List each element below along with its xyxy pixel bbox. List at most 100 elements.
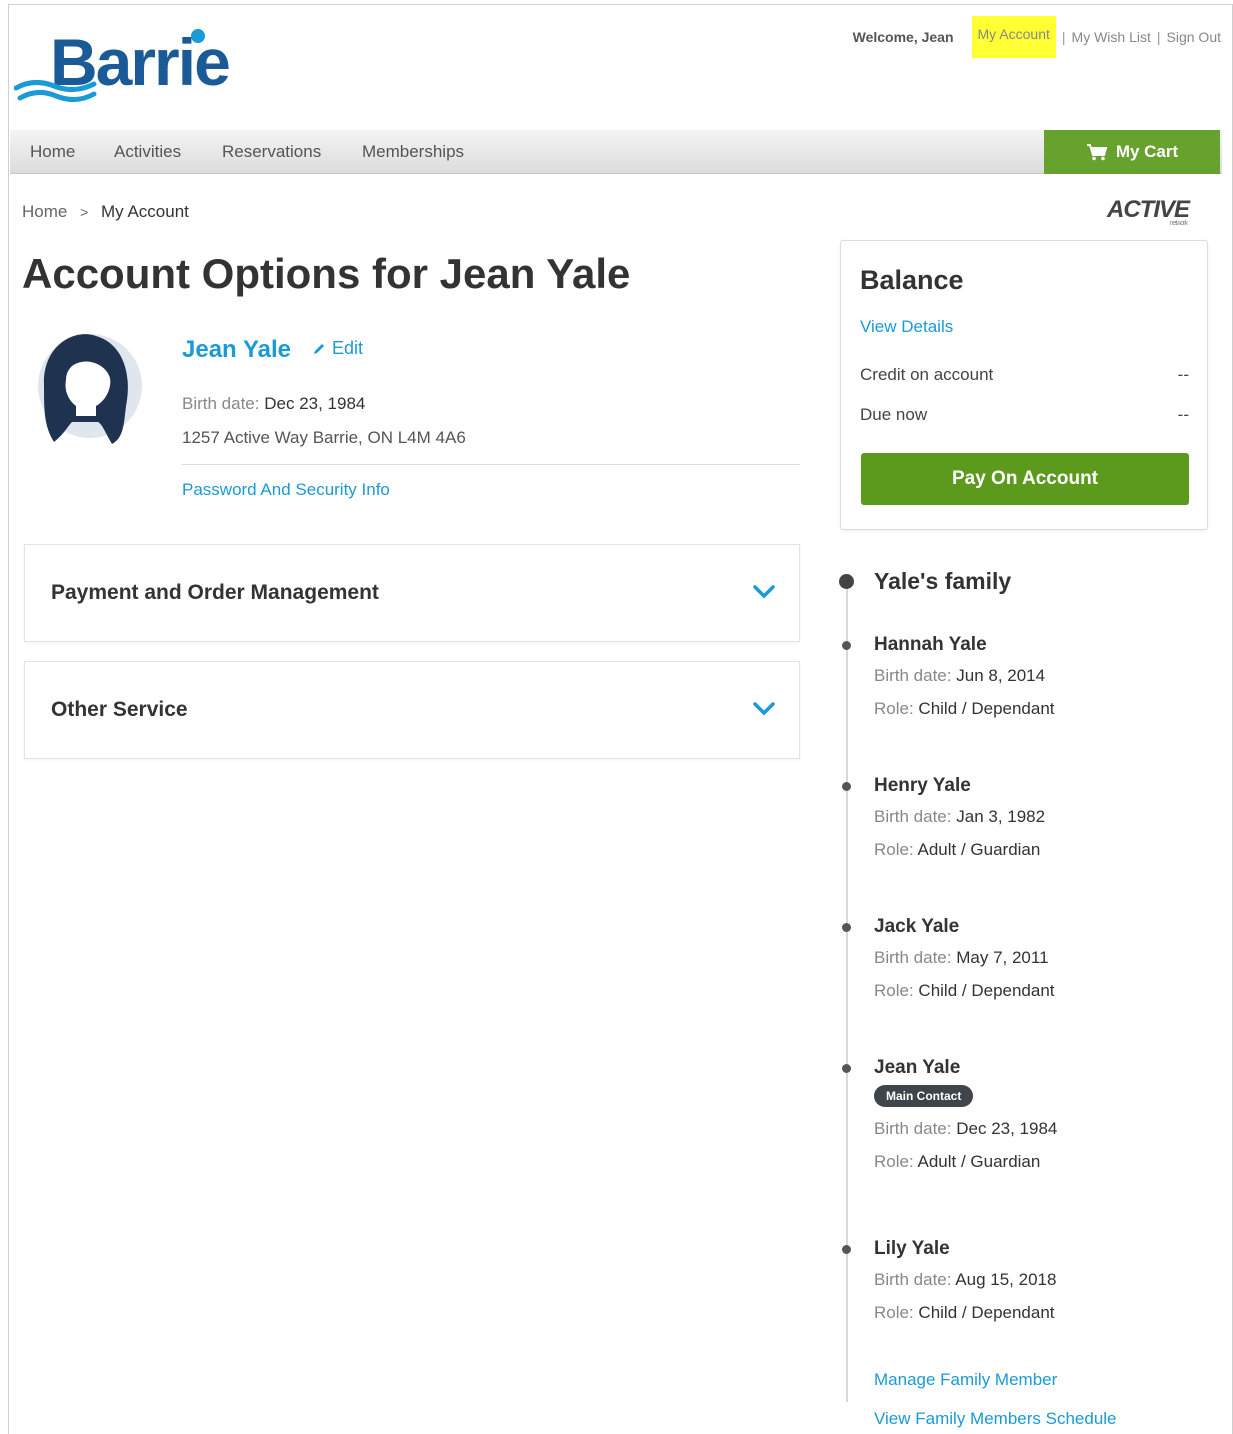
member-role: Role: Adult / Guardian [874, 840, 1045, 860]
role-value: Child / Dependant [918, 981, 1055, 1000]
balance-title: Balance [860, 265, 964, 295]
member-role: Role: Child / Dependant [874, 981, 1055, 1001]
birth-label: Birth date: [874, 948, 952, 967]
active-network-logo: ACTIVE network [1107, 196, 1190, 227]
family-member: Jack Yale Birth date: May 7, 2011 Role: … [874, 916, 1055, 1001]
barrie-logo[interactable]: Barrie [14, 25, 254, 118]
role-label: Role: [874, 699, 914, 718]
birth-date-value: Dec 23, 1984 [264, 394, 366, 413]
logo-wave-icon [14, 29, 205, 102]
welcome-text: Welcome, Jean [852, 29, 954, 45]
birth-date-label: Birth date: [182, 394, 260, 413]
timeline-line [846, 582, 848, 1402]
view-details-link[interactable]: View Details [860, 317, 953, 337]
birth-value: May 7, 2011 [956, 948, 1049, 967]
role-label: Role: [874, 840, 914, 859]
cart-icon [1086, 144, 1108, 161]
family-title: Yale's family [874, 568, 1012, 594]
pencil-icon [314, 343, 324, 354]
timeline-dot [842, 923, 851, 932]
role-value: Child / Dependant [918, 1303, 1055, 1322]
birth-value: Aug 15, 2018 [955, 1270, 1057, 1289]
page-title: Account Options for Jean Yale [22, 250, 631, 297]
due-row: Due now -- [860, 405, 1189, 425]
timeline-dot [842, 1245, 851, 1254]
breadcrumb: Home > My Account [22, 202, 189, 222]
active-logo-text: ACTIVE [1107, 196, 1190, 223]
birth-label: Birth date: [874, 1119, 952, 1138]
member-birth: Birth date: Aug 15, 2018 [874, 1270, 1056, 1290]
password-security-link[interactable]: Password And Security Info [182, 480, 390, 500]
accordion-title: Payment and Order Management [51, 581, 379, 604]
accordion-payment-order[interactable]: Payment and Order Management [24, 544, 800, 642]
main-nav: Home Activities Reservations Memberships… [10, 130, 1222, 174]
timeline-dot [839, 574, 854, 589]
timeline-dot [842, 1064, 851, 1073]
member-birth: Birth date: Jan 3, 1982 [874, 807, 1045, 827]
profile-name: Jean Yale [182, 336, 291, 363]
birth-value: Dec 23, 1984 [956, 1119, 1058, 1138]
my-cart-label: My Cart [1115, 142, 1179, 161]
role-value: Child / Dependant [918, 699, 1055, 718]
breadcrumb-home-link[interactable]: Home [22, 202, 67, 221]
separator: | [1061, 29, 1066, 45]
credit-label: Credit on account [860, 365, 994, 384]
edit-label: Edit [332, 338, 364, 358]
due-label: Due now [860, 405, 928, 424]
nav-item-reservations[interactable]: Reservations [222, 142, 321, 162]
chevron-down-icon [753, 585, 775, 599]
credit-value: -- [1177, 365, 1189, 384]
timeline-dot [842, 641, 851, 650]
view-family-schedule-link[interactable]: View Family Members Schedule [874, 1409, 1117, 1429]
member-birth: Birth date: May 7, 2011 [874, 948, 1055, 968]
birth-value: Jan 3, 1982 [956, 807, 1046, 826]
member-name: Jean Yale [874, 1057, 961, 1078]
my-wish-list-link[interactable]: My Wish List [1072, 29, 1151, 45]
birth-label: Birth date: [874, 666, 952, 685]
sign-out-link[interactable]: Sign Out [1167, 29, 1221, 45]
member-birth: Birth date: Dec 23, 1984 [874, 1119, 1057, 1139]
balance-panel: Balance View Details Credit on account -… [840, 240, 1208, 530]
family-member: Jean Yale Main Contact Birth date: Dec 2… [874, 1057, 1057, 1172]
role-value: Adult / Guardian [917, 1152, 1041, 1171]
member-role: Role: Child / Dependant [874, 699, 1055, 719]
my-account-link[interactable]: My Account [971, 16, 1056, 58]
pay-on-account-button[interactable]: Pay On Account [861, 453, 1189, 505]
family-member: Lily Yale Birth date: Aug 15, 2018 Role:… [874, 1238, 1056, 1323]
nav-item-home[interactable]: Home [30, 142, 75, 162]
profile-birth-date: Birth date: Dec 23, 1984 [182, 394, 365, 414]
profile-address: 1257 Active Way Barrie, ON L4M 4A6 [182, 428, 466, 447]
member-name: Hannah Yale [874, 634, 987, 655]
role-label: Role: [874, 1152, 914, 1171]
birth-label: Birth date: [874, 807, 952, 826]
profile-divider [182, 464, 800, 465]
edit-profile-button[interactable]: Edit [312, 338, 363, 359]
manage-family-member-link[interactable]: Manage Family Member [874, 1370, 1057, 1390]
role-label: Role: [874, 981, 914, 1000]
member-name: Henry Yale [874, 775, 971, 796]
birth-value: Jun 8, 2014 [956, 666, 1046, 685]
role-value: Adult / Guardian [917, 840, 1041, 859]
nav-item-memberships[interactable]: Memberships [362, 142, 464, 162]
separator: | [1156, 29, 1161, 45]
member-role: Role: Child / Dependant [874, 1303, 1056, 1323]
family-member: Hannah Yale Birth date: Jun 8, 2014 Role… [874, 634, 1055, 719]
role-label: Role: [874, 1303, 914, 1322]
member-name: Lily Yale [874, 1238, 950, 1259]
member-role: Role: Adult / Guardian [874, 1152, 1057, 1172]
member-name: Jack Yale [874, 916, 960, 937]
my-cart-button[interactable]: My Cart [1044, 130, 1220, 174]
nav-item-activities[interactable]: Activities [114, 142, 181, 162]
breadcrumb-separator: > [80, 204, 89, 220]
chevron-down-icon [753, 702, 775, 716]
avatar [38, 334, 142, 444]
member-birth: Birth date: Jun 8, 2014 [874, 666, 1055, 686]
credit-row: Credit on account -- [860, 365, 1189, 385]
birth-label: Birth date: [874, 1270, 952, 1289]
family-member: Henry Yale Birth date: Jan 3, 1982 Role:… [874, 775, 1045, 860]
accordion-title: Other Service [51, 698, 188, 721]
due-value: -- [1177, 405, 1189, 424]
timeline-dot [842, 782, 851, 791]
accordion-other-service[interactable]: Other Service [24, 661, 800, 759]
active-logo-sub: network [1169, 220, 1188, 227]
